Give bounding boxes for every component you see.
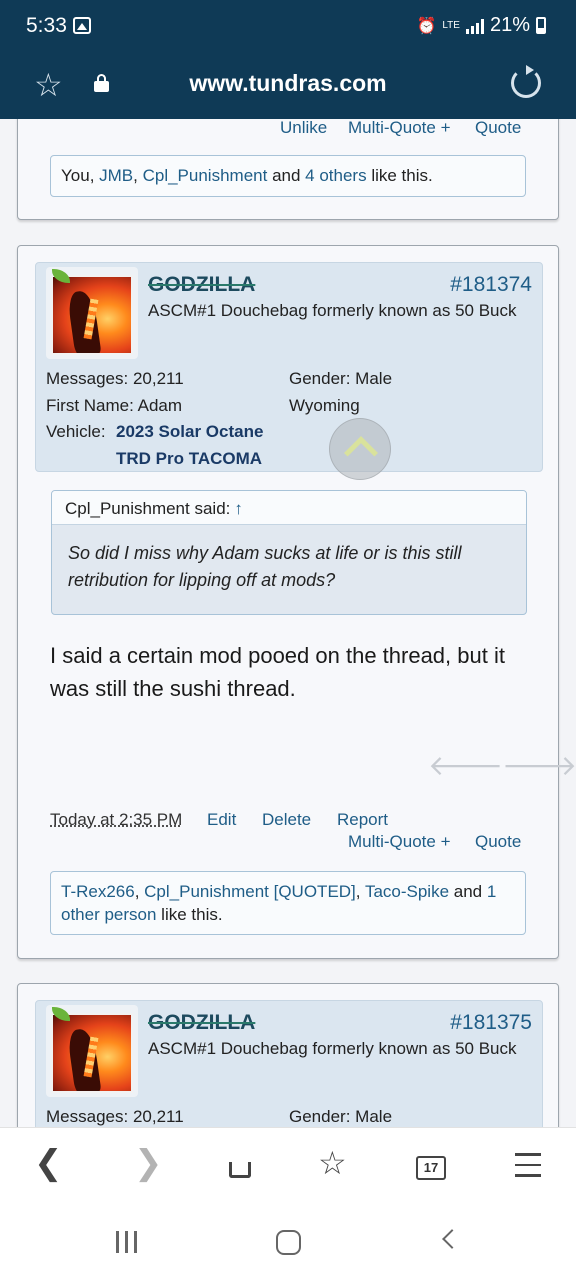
- forward-icon[interactable]: ❯: [134, 1146, 163, 1180]
- vehicle-value-1[interactable]: 2023 Solar Octane: [116, 422, 263, 442]
- messages-label: Messages:: [46, 1107, 129, 1126]
- home-icon[interactable]: [226, 1150, 254, 1178]
- post-number[interactable]: #181374: [450, 273, 532, 297]
- likes-tail: like this.: [366, 166, 433, 185]
- recents-icon[interactable]: [114, 1231, 140, 1253]
- browser-toolbar: ❮ ❯ ☆ 17: [0, 1127, 576, 1201]
- messages-stat: Messages: 20,211: [46, 1107, 184, 1127]
- user-info-box: GODZILLA #181374 ASCM#1 Douchebag former…: [35, 262, 543, 472]
- quote-link[interactable]: Quote: [475, 832, 521, 852]
- delete-link[interactable]: Delete: [262, 810, 311, 830]
- likes-sep: ,: [134, 882, 145, 901]
- chevron-up-icon: [344, 436, 378, 470]
- first-name-label: First Name:: [46, 396, 134, 415]
- reload-icon[interactable]: [511, 65, 541, 98]
- likes-others-count[interactable]: 1: [487, 882, 496, 901]
- likes-and: and: [449, 882, 487, 901]
- likes-summary: T-Rex266, Cpl_Punishment [QUOTED], Taco-…: [50, 871, 526, 935]
- likes-you: You,: [61, 166, 100, 185]
- browser-url-bar: ☆ www.tundras.com: [0, 52, 576, 119]
- quote-link[interactable]: Quote: [475, 119, 521, 138]
- username[interactable]: GODZILLA: [148, 1011, 255, 1035]
- url-text[interactable]: www.tundras.com: [0, 70, 576, 97]
- system-nav-bar: [0, 1201, 576, 1280]
- status-indicators: ⏰ LTE 21%: [416, 14, 546, 37]
- gender-value: Male: [355, 1107, 393, 1126]
- likes-sep: ,: [355, 882, 365, 901]
- quote-jump-icon[interactable]: ↑: [234, 499, 243, 518]
- avatar[interactable]: [46, 1005, 138, 1097]
- gender-stat: Gender: Male: [289, 369, 392, 389]
- page-content[interactable]: Unlike Multi-Quote + Quote You, JMB, Cpl…: [0, 119, 576, 1127]
- messages-label: Messages:: [46, 369, 129, 388]
- likes-summary: You, JMB, Cpl_Punishment and 4 others li…: [50, 155, 526, 197]
- report-link[interactable]: Report: [337, 810, 388, 830]
- first-name-value: Adam: [137, 396, 183, 415]
- multi-quote-link[interactable]: Multi-Quote +: [348, 119, 451, 138]
- battery-percent: 21%: [489, 14, 530, 36]
- post-date[interactable]: Today at 2:35 PM: [50, 810, 182, 830]
- tabs-icon[interactable]: 17: [416, 1156, 446, 1180]
- post-card: GODZILLA #181375 ASCM#1 Douchebag former…: [17, 983, 559, 1127]
- quote-text: So did I miss why Adam sucks at life or …: [68, 543, 462, 590]
- edit-link[interactable]: Edit: [207, 810, 236, 830]
- user-title: ASCM#1 Douchebag formerly known as 50 Bu…: [148, 1039, 517, 1058]
- liker-link[interactable]: Cpl_Punishment [QUOTED]: [144, 882, 356, 901]
- bookmarks-icon[interactable]: ☆: [318, 1146, 347, 1180]
- likes-sep: ,: [133, 166, 143, 185]
- alarm-icon: ⏰: [416, 17, 437, 35]
- avatar-image[interactable]: [51, 1013, 133, 1093]
- likes-others-link[interactable]: other person: [61, 905, 156, 924]
- multi-quote-link[interactable]: Multi-Quote +: [348, 832, 451, 852]
- vehicle-label: Vehicle:: [46, 422, 106, 441]
- gender-stat: Gender: Male: [289, 1107, 392, 1127]
- post-number[interactable]: #181375: [450, 1011, 532, 1035]
- quote-header: Cpl_Punishment said: ↑: [52, 491, 526, 525]
- quote-block: Cpl_Punishment said: ↑ So did I miss why …: [51, 490, 527, 615]
- signal-icon: [465, 18, 484, 34]
- scroll-to-top-button[interactable]: [329, 418, 391, 480]
- messages-stat: Messages: 20,211: [46, 369, 184, 389]
- battery-icon: [536, 17, 546, 34]
- next-arrow-icon[interactable]: 🡒: [502, 748, 576, 782]
- likes-others-link[interactable]: 4 others: [305, 166, 366, 185]
- first-name-stat: First Name: Adam: [46, 396, 182, 416]
- home-button-icon[interactable]: [276, 1230, 301, 1255]
- username[interactable]: GODZILLA: [148, 273, 255, 297]
- likes-and: and: [267, 166, 306, 185]
- unlike-link[interactable]: Unlike: [280, 119, 327, 138]
- system-back-icon[interactable]: [442, 1229, 462, 1249]
- avatar[interactable]: [46, 267, 138, 359]
- image-notification-icon: [73, 17, 91, 34]
- messages-value: 20,211: [132, 1107, 184, 1126]
- gender-label: Gender:: [289, 1107, 351, 1126]
- liker-link[interactable]: Taco-Spike: [365, 882, 449, 901]
- prev-arrow-icon[interactable]: 🡐: [428, 748, 503, 782]
- liker-link[interactable]: Cpl_Punishment: [143, 166, 268, 185]
- liker-link[interactable]: T-Rex266: [61, 882, 135, 901]
- back-icon[interactable]: ❮: [34, 1146, 63, 1180]
- quote-author: Cpl_Punishment said:: [65, 499, 231, 518]
- user-info-box: GODZILLA #181375 ASCM#1 Douchebag former…: [35, 1000, 543, 1127]
- avatar-image[interactable]: [51, 275, 133, 355]
- user-title: ASCM#1 Douchebag formerly known as 50 Bu…: [148, 301, 517, 320]
- status-bar: 5:33 ⏰ LTE 21%: [0, 0, 576, 52]
- gender-label: Gender:: [289, 369, 351, 388]
- gender-value: Male: [355, 369, 393, 388]
- network-type: LTE: [442, 20, 460, 31]
- vehicle-value-2[interactable]: TRD Pro TACOMA: [116, 449, 262, 469]
- likes-tail: like this.: [156, 905, 223, 924]
- liker-link[interactable]: JMB: [99, 166, 133, 185]
- menu-icon[interactable]: [515, 1153, 541, 1185]
- messages-value: 20,211: [132, 369, 184, 388]
- post-message: I said a certain mod pooed on the thread…: [50, 643, 505, 701]
- location: Wyoming: [289, 396, 360, 415]
- prev-post-card: Unlike Multi-Quote + Quote You, JMB, Cpl…: [17, 119, 559, 220]
- status-time: 5:33: [26, 14, 67, 37]
- post-card: GODZILLA #181374 ASCM#1 Douchebag former…: [17, 245, 576, 959]
